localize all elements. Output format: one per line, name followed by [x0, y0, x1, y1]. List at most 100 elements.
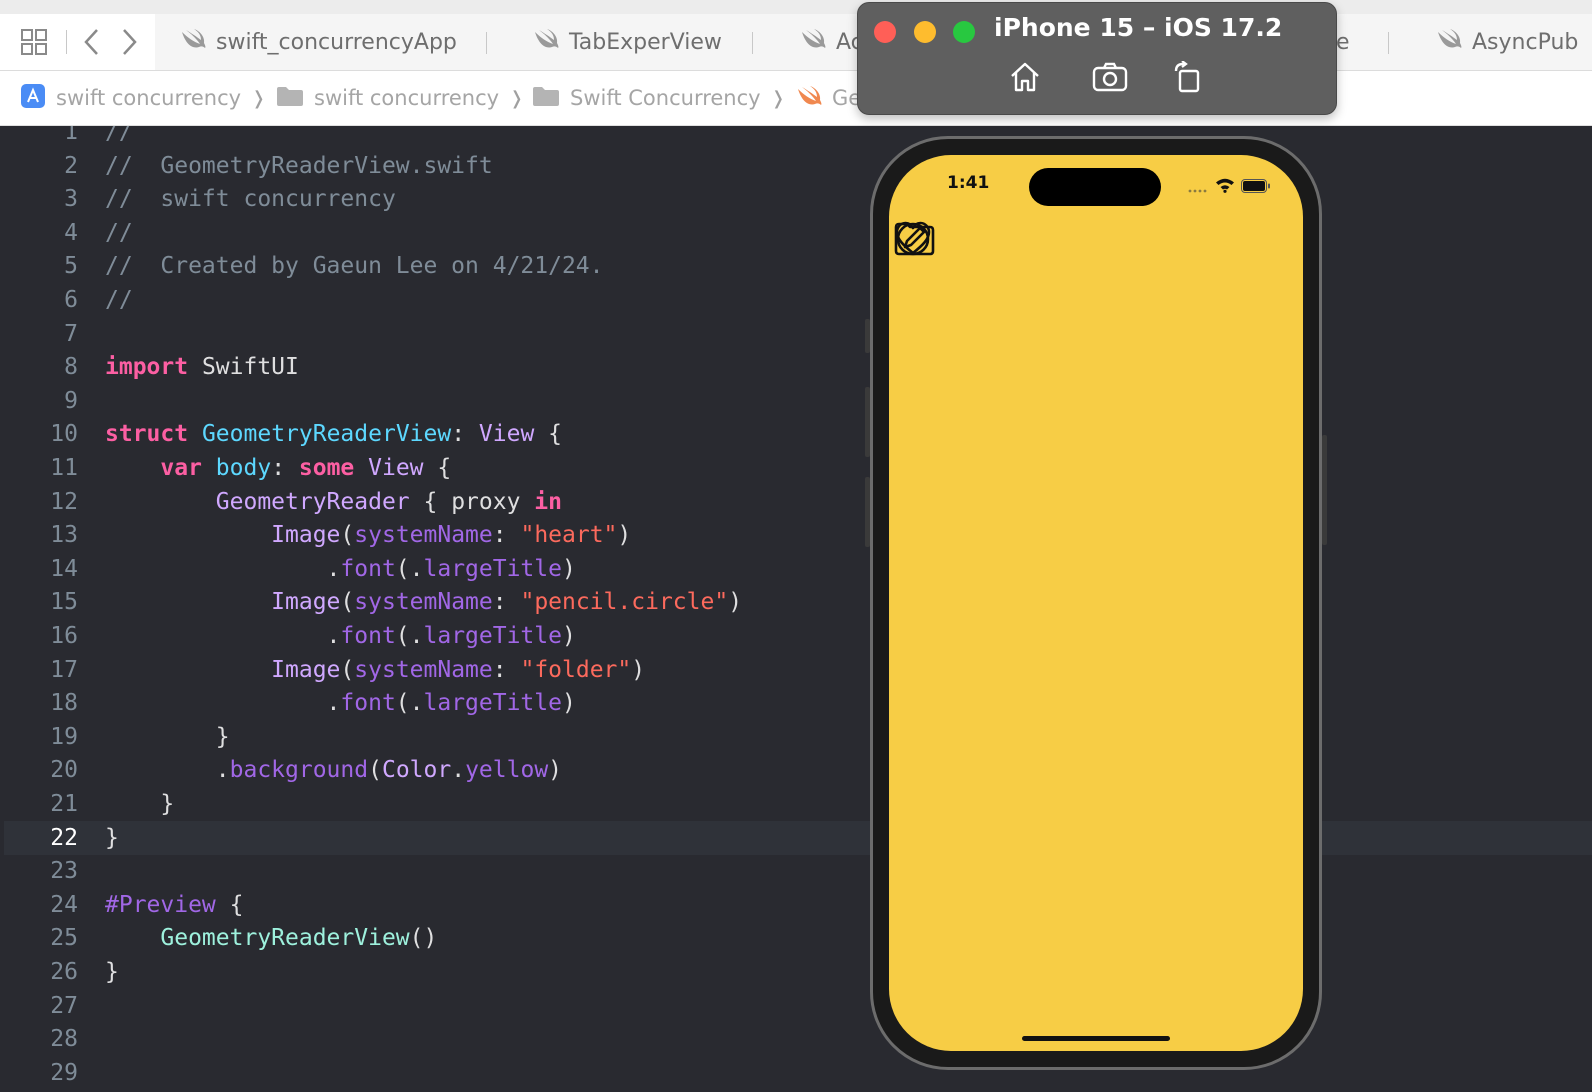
forward-chevron-icon[interactable] [117, 26, 141, 62]
code-line[interactable]: 29 [4, 1056, 1592, 1090]
code-text: #Preview { [105, 888, 243, 922]
home-indicator[interactable] [1022, 1036, 1170, 1041]
cellular-signal-icon [1187, 178, 1209, 197]
code-line[interactable]: 21 } [4, 787, 1592, 821]
app-icon [20, 83, 56, 114]
line-number: 1 [64, 126, 78, 145]
code-token: . [105, 623, 341, 649]
code-token: #Preview [105, 891, 216, 918]
code-token: Image [271, 522, 341, 549]
code-line[interactable]: 5 // Created by Gaeun Lee on 4/21/24. [4, 249, 1592, 283]
simulator-window-bar[interactable]: iPhone 15 – iOS 17.2 [857, 2, 1337, 115]
code-line[interactable]: 8 import SwiftUI [4, 350, 1592, 384]
code-line[interactable]: 27 [4, 989, 1592, 1023]
code-line[interactable]: 13 Image(systemName: "heart") [4, 518, 1592, 552]
code-token: // Created by Gaeun Lee on 4/21/24. [105, 253, 604, 280]
folder-icon [276, 85, 314, 112]
code-token: largeTitle [423, 623, 562, 649]
status-time: 1:41 [947, 173, 990, 193]
tab-label: swift_concurrencyApp [216, 29, 457, 55]
tab-ac[interactable]: Ac [800, 14, 863, 70]
code-token: (. [395, 690, 424, 717]
code-line[interactable]: 14 .font(.largeTitle) [4, 552, 1592, 586]
code-token: // [105, 287, 133, 313]
breadcrumb-group[interactable]: swift concurrency ❭ [276, 71, 524, 125]
tab-tab-exper-view[interactable]: TabExperView [533, 14, 722, 70]
code-token: systemName [354, 589, 493, 616]
code-token: ) [548, 757, 563, 784]
code-line[interactable]: 25 GeometryReaderView() [4, 921, 1592, 955]
code-line[interactable]: 17 Image(systemName: "folder") [4, 653, 1592, 687]
code-line[interactable]: 18 .font(.largeTitle) [4, 686, 1592, 720]
code-line[interactable]: 4 // [4, 216, 1592, 250]
code-token: systemName [354, 522, 493, 549]
zoom-window-button[interactable] [953, 21, 975, 43]
code-token: { [215, 891, 244, 918]
breadcrumb-file[interactable]: Ge [796, 71, 861, 125]
tab-partial[interactable]: e [1336, 14, 1350, 70]
code-line[interactable]: 26} [4, 955, 1592, 989]
code-line[interactable]: 11 var body: some View { [4, 451, 1592, 485]
source-editor[interactable]: 1 // 2 // GeometryReaderView.swift 3 // swift… [4, 126, 1592, 1092]
navigation-controls [0, 14, 155, 70]
code-text: // [105, 126, 133, 149]
code-token: struct [105, 421, 189, 448]
tab-async-pub[interactable]: AsyncPub [1436, 14, 1578, 70]
code-line[interactable]: 22} [4, 820, 1592, 855]
code-line[interactable]: 6 // [4, 283, 1592, 317]
rotate-icon[interactable] [1172, 60, 1204, 99]
code-line[interactable]: 24 #Preview { [4, 888, 1592, 922]
code-text: Image(systemName: "heart") [105, 518, 631, 552]
chevron-right-icon: ❭ [509, 87, 525, 109]
line-number: 3 [64, 186, 78, 213]
line-number: 16 [50, 623, 78, 649]
code-token: // GeometryReaderView.swift [105, 152, 493, 179]
screenshot-icon[interactable] [1092, 61, 1128, 97]
code-token: . [105, 757, 230, 784]
code-line[interactable]: 23 [4, 854, 1592, 888]
code-token: : [451, 421, 479, 448]
line-number: 4 [64, 219, 78, 246]
line-number: 28 [50, 1026, 78, 1053]
code-line[interactable]: 20 .background(Color.yellow) [4, 753, 1592, 787]
code-line[interactable]: 1 // [4, 126, 1592, 149]
code-line[interactable]: 28 [4, 1022, 1592, 1056]
code-line[interactable]: 9 [4, 384, 1592, 418]
code-text: Image(systemName: "folder") [105, 653, 645, 687]
code-text: } [105, 720, 230, 754]
home-icon[interactable] [1008, 61, 1042, 97]
code-line[interactable]: 12 GeometryReader { proxy in [4, 485, 1592, 519]
code-token: some [298, 455, 355, 481]
status-indicators [1187, 177, 1271, 197]
back-chevron-icon[interactable] [80, 26, 104, 62]
breadcrumb-label: Swift Concurrency [570, 86, 761, 110]
line-number: 6 [64, 287, 78, 313]
code-line[interactable]: 3 // swift concurrency [4, 182, 1592, 216]
code-line[interactable]: 7 [4, 317, 1592, 351]
code-token: GeometryReader [215, 488, 410, 515]
line-number: 19 [50, 723, 78, 750]
code-line[interactable]: 15 Image(systemName: "pencil.circle") [4, 585, 1592, 619]
breadcrumb-project[interactable]: swift concurrency ❭ [20, 71, 266, 125]
related-items-grid-icon[interactable] [20, 28, 48, 60]
code-line[interactable]: 16 .font(.largeTitle) [4, 619, 1592, 653]
code-token: ( [340, 656, 355, 683]
code-line[interactable]: 10 struct GeometryReaderView: View { [4, 417, 1592, 451]
window-top-strip [0, 0, 1592, 14]
breadcrumb-subgroup[interactable]: Swift Concurrency ❭ [532, 71, 786, 125]
swift-file-icon [796, 85, 832, 112]
line-number: 21 [50, 791, 78, 817]
dynamic-island [1029, 168, 1161, 206]
code-text: .background(Color.yellow) [105, 753, 562, 787]
app-screen[interactable]: 1:41 [889, 155, 1303, 1051]
code-line[interactable]: 2 // GeometryReaderView.swift [4, 149, 1592, 183]
code-text: var body: some View { [105, 451, 451, 485]
code-line[interactable]: 19 } [4, 720, 1592, 754]
line-number: 29 [50, 1059, 78, 1086]
code-token: body [215, 455, 272, 481]
tab-label: AsyncPub [1472, 29, 1579, 55]
minimize-window-button[interactable] [914, 21, 936, 43]
close-window-button[interactable] [874, 21, 896, 43]
tab-swift-concurrency-app[interactable]: swift_concurrencyApp [180, 14, 457, 70]
